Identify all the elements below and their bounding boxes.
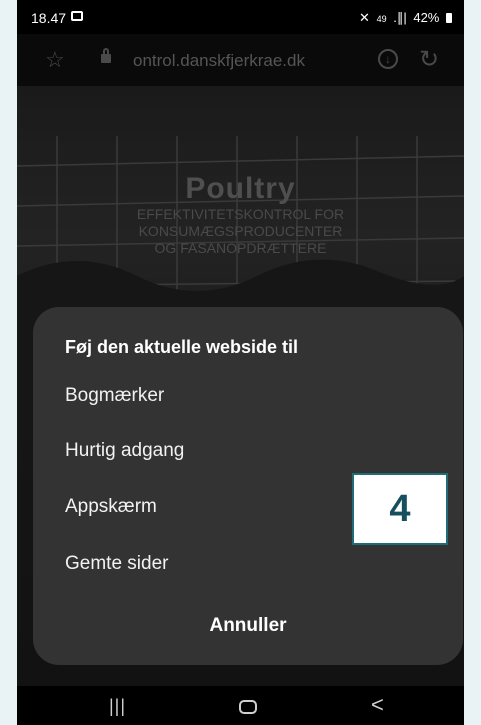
option-bookmarks[interactable]: Bogmærker bbox=[65, 385, 164, 407]
status-right: ✕ 49 .∥| 42% bbox=[356, 10, 452, 26]
mute-icon: ✕ bbox=[359, 10, 370, 25]
signal-icon: .∥| bbox=[393, 10, 407, 25]
subtitle-line: OG FASANOPDRÆTTERE bbox=[154, 240, 327, 256]
reload-icon[interactable]: ↻ bbox=[419, 45, 439, 74]
back-icon[interactable]: < bbox=[371, 692, 384, 718]
recent-apps-icon[interactable]: ||| bbox=[109, 696, 126, 717]
download-icon[interactable]: ↓ bbox=[378, 49, 398, 69]
step-badge: 4 bbox=[352, 473, 448, 545]
bookmark-star-icon[interactable]: ☆ bbox=[45, 47, 65, 73]
page-subtitle: EFFEKTIVITETSKONTROL FOR KONSUMÆGSPRODUC… bbox=[17, 206, 464, 257]
option-saved-pages[interactable]: Gemte sider bbox=[65, 553, 168, 575]
cancel-button[interactable]: Annuller bbox=[33, 615, 463, 637]
subtitle-line: KONSUMÆGSPRODUCENTER bbox=[138, 223, 343, 239]
sheet-title: Føj den aktuelle webside til bbox=[65, 337, 299, 357]
network-label: 49 bbox=[376, 14, 387, 24]
phone-screen: 18.47 ✕ 49 .∥| 42% ☆ ontrol.danskfjerkra… bbox=[17, 0, 464, 725]
battery-icon bbox=[446, 13, 452, 23]
image-notification-icon bbox=[71, 11, 83, 21]
option-quick-access[interactable]: Hurtig adgang bbox=[65, 440, 184, 462]
subtitle-line: EFFEKTIVITETSKONTROL FOR bbox=[136, 206, 345, 222]
status-time: 18.47 bbox=[31, 10, 67, 26]
browser-toolbar: ☆ ontrol.danskfjerkrae.dk ↓ ↻ bbox=[17, 34, 464, 86]
url-field[interactable]: ontrol.danskfjerkrae.dk bbox=[133, 51, 305, 71]
page-title: Poultry bbox=[185, 172, 296, 205]
home-icon[interactable] bbox=[239, 700, 257, 714]
navigation-bar: ||| < bbox=[17, 686, 464, 725]
lock-icon bbox=[101, 48, 111, 63]
battery-percent: 42% bbox=[413, 10, 440, 25]
option-home-screen[interactable]: Appskærm bbox=[65, 496, 157, 518]
status-bar: 18.47 ✕ 49 .∥| 42% bbox=[17, 0, 464, 34]
